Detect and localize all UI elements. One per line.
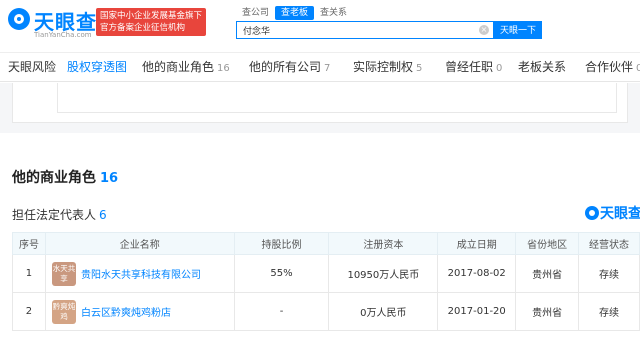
col-header-index: 序号 [12, 232, 46, 255]
section-title-text: 他的商业角色 [12, 170, 96, 186]
cell-share: 55% [233, 254, 330, 293]
cell-company: 黔爽炖鸡 白云区黔爽炖鸡粉店 [44, 292, 235, 331]
cell-region: 贵州省 [515, 254, 580, 293]
nav-label: 天眼风险 [8, 60, 57, 74]
cell-status: 存续 [578, 292, 640, 331]
tianyancha-watermark-logo: 天眼查 [585, 203, 640, 223]
section-count: 16 [100, 171, 119, 186]
legal-rep-table: 序号 企业名称 持股比例 注册资本 成立日期 省份地区 经营状态 1 水天共享贵… [12, 232, 640, 331]
nav-label: 老板关系 [518, 60, 567, 74]
nav-count: 16 [217, 63, 230, 74]
nav-label: 他的商业角色 [142, 60, 215, 74]
section-title: 他的商业角色 16 [12, 167, 118, 187]
search-type-tabs: 查公司 查老板 查关系 [236, 6, 353, 20]
subsection-count: 6 [99, 208, 107, 222]
eye-logo-icon [585, 206, 599, 220]
col-header-status: 经营状态 [578, 232, 640, 255]
nav-item-business-roles[interactable]: 他的商业角色 16 [142, 53, 230, 82]
nav-item-partners[interactable]: 合作伙伴 0 [585, 53, 640, 82]
cell-company: 水天共享 贵阳水天共享科技有限公司 [44, 254, 235, 293]
nav-count: 5 [416, 63, 423, 74]
nav-count: 7 [324, 63, 331, 74]
tianyancha-logo[interactable]: 天眼查 TianYanCha.com [8, 6, 96, 42]
search-input[interactable] [237, 22, 477, 38]
subsection-title: 担任法定代表人 6 [12, 206, 107, 223]
badge-line1: 国家中小企业发展基金旗下 [100, 11, 203, 21]
nav-item-past-positions[interactable]: 曾经任职 0 [445, 53, 502, 82]
nav-count: 0 [636, 63, 640, 74]
cell-index: 2 [12, 292, 46, 331]
search-button[interactable]: 天眼一下 [494, 21, 542, 39]
cell-capital: 0万人民币 [328, 292, 439, 331]
nav-item-equity-chart[interactable]: 股权穿透图 [67, 53, 127, 82]
tab-search-relation[interactable]: 查关系 [314, 6, 353, 20]
col-header-date: 成立日期 [437, 232, 517, 255]
company-logo[interactable]: 水天共享 [51, 261, 76, 286]
nav-label: 他的所有公司 [249, 60, 322, 74]
official-badge: 国家中小企业发展基金旗下 官方备案企业征信机构 [96, 8, 206, 36]
cell-capital: 10950万人民币 [328, 254, 439, 293]
company-link[interactable]: 贵阳水天共享科技有限公司 [81, 266, 201, 281]
clear-icon[interactable]: × [479, 25, 489, 35]
cell-date: 2017-01-20 [437, 292, 517, 331]
nav-item-all-companies[interactable]: 他的所有公司 7 [249, 53, 330, 82]
table-row: 2 黔爽炖鸡 白云区黔爽炖鸡粉店 - 0万人民币 2017-01-20 贵州省 存… [12, 292, 640, 331]
header: 天眼查 TianYanCha.com 国家中小企业发展基金旗下 官方备案企业征信… [0, 0, 640, 50]
cell-index: 1 [12, 254, 46, 293]
tab-search-boss[interactable]: 查老板 [275, 6, 315, 20]
cell-share: - [233, 292, 330, 331]
nav-item-boss-relations[interactable]: 老板关系 [518, 53, 566, 82]
nav-label: 曾经任职 [445, 60, 494, 74]
table-header-row: 序号 企业名称 持股比例 注册资本 成立日期 省份地区 经营状态 [12, 232, 640, 255]
logo-subtext: TianYanCha.com [34, 31, 92, 39]
cell-region: 贵州省 [515, 292, 580, 331]
subsection-title-text: 担任法定代表人 [12, 208, 97, 222]
company-logo[interactable]: 黔爽炖鸡 [51, 299, 76, 324]
col-header-region: 省份地区 [515, 232, 580, 255]
previous-card [12, 83, 628, 123]
watermark-text: 天眼查 [600, 206, 640, 222]
nav-count: 0 [496, 63, 503, 74]
previous-card-inner [57, 83, 617, 113]
col-header-share: 持股比例 [233, 232, 330, 255]
col-header-capital: 注册资本 [328, 232, 439, 255]
nav-label: 实际控制权 [353, 60, 414, 74]
previous-section-band [0, 83, 640, 133]
nav-label: 股权穿透图 [67, 60, 128, 74]
nav-item-control[interactable]: 实际控制权 5 [353, 53, 422, 82]
cell-date: 2017-08-02 [437, 254, 517, 293]
table-row: 1 水天共享 贵阳水天共享科技有限公司 55% 10950万人民币 2017-08… [12, 254, 640, 293]
tab-search-company[interactable]: 查公司 [236, 6, 275, 20]
section-nav: 天眼风险 股权穿透图 他的商业角色 16 他的所有公司 7 实际控制权 5 曾经任职 0… [0, 52, 640, 82]
col-header-company: 企业名称 [44, 232, 235, 255]
cell-status: 存续 [578, 254, 640, 293]
nav-label: 合作伙伴 [585, 60, 634, 74]
search-box: × [236, 21, 494, 39]
eye-logo-icon [8, 8, 30, 30]
nav-item-risk[interactable]: 天眼风险 [8, 53, 56, 82]
company-link[interactable]: 白云区黔爽炖鸡粉店 [81, 304, 171, 319]
badge-line2: 官方备案企业征信机构 [100, 23, 186, 33]
